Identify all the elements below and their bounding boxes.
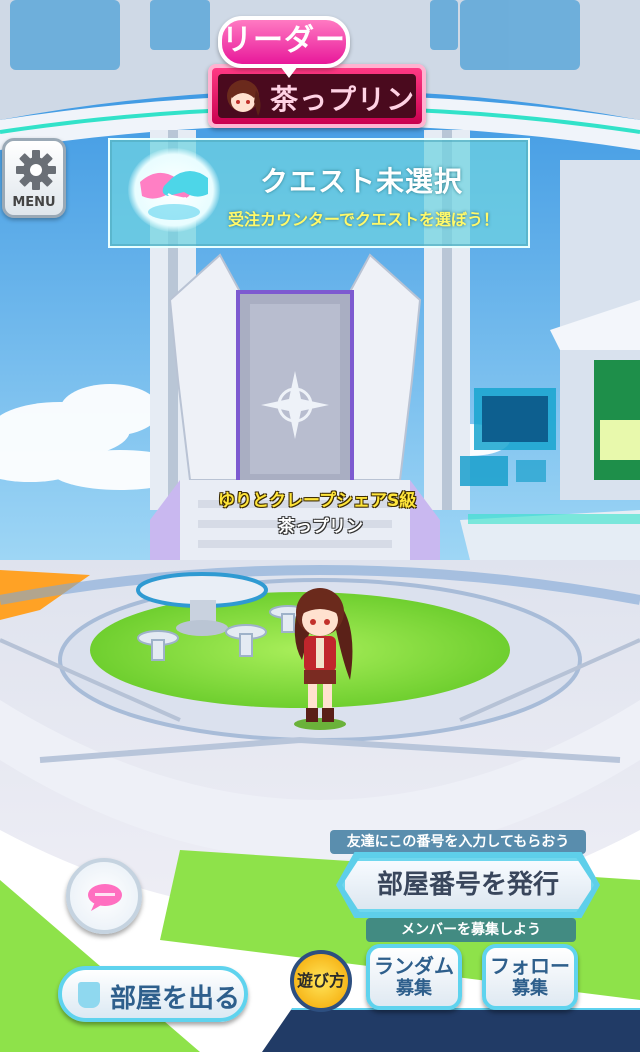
gear-icon [16, 150, 56, 190]
bottom-bar [262, 1008, 640, 1052]
leader-tag: リーダー [218, 16, 350, 78]
menu-label: MENU [12, 195, 56, 210]
door-icon [78, 982, 100, 1008]
quest-subtitle: 受注カウンターでクエストを選ぼう！ [228, 210, 500, 229]
quest-status-panel[interactable]: クエスト未選択 受注カウンターでクエストを選ぼう！ [108, 138, 530, 248]
player-name: 茶っプリン [278, 517, 363, 537]
room-number-hint: 友達にこの番号を入力してもらおう [330, 830, 586, 854]
chat-bubble-icon [88, 884, 122, 911]
leader-avatar [227, 80, 261, 116]
follow-recruit-button[interactable]: フォロー 募集 [482, 944, 578, 1010]
issue-room-number-button[interactable]: 部屋番号を発行 [342, 858, 594, 912]
player-title: ゆりとクレープシェアS級 [218, 491, 417, 511]
chat-button[interactable] [66, 858, 142, 934]
leader-nameplate: 茶っプリン [208, 64, 426, 128]
random-recruit-button[interactable]: ランダム 募集 [366, 944, 462, 1010]
leader-name: 茶っプリン [270, 83, 416, 116]
random-recruit-line2: 募集 [396, 978, 432, 999]
how-to-play-button[interactable]: 遊び方 [290, 950, 352, 1012]
random-recruit-line1: ランダム [374, 954, 454, 978]
recruit-hint: メンバーを募集しよう [366, 918, 576, 942]
quest-title: クエスト未選択 [260, 165, 464, 198]
leader-banner: 茶っプリン リーダー [208, 16, 426, 128]
follow-recruit-line2: 募集 [512, 978, 548, 999]
leave-room-button[interactable]: 部屋を出る [58, 966, 248, 1022]
leave-room-label: 部屋を出る [110, 984, 241, 1014]
follow-recruit-line1: フォロー [490, 954, 570, 978]
quest-icon-wrap [128, 148, 220, 232]
menu-button[interactable]: MENU [2, 138, 66, 218]
handshake-icon [140, 171, 208, 220]
